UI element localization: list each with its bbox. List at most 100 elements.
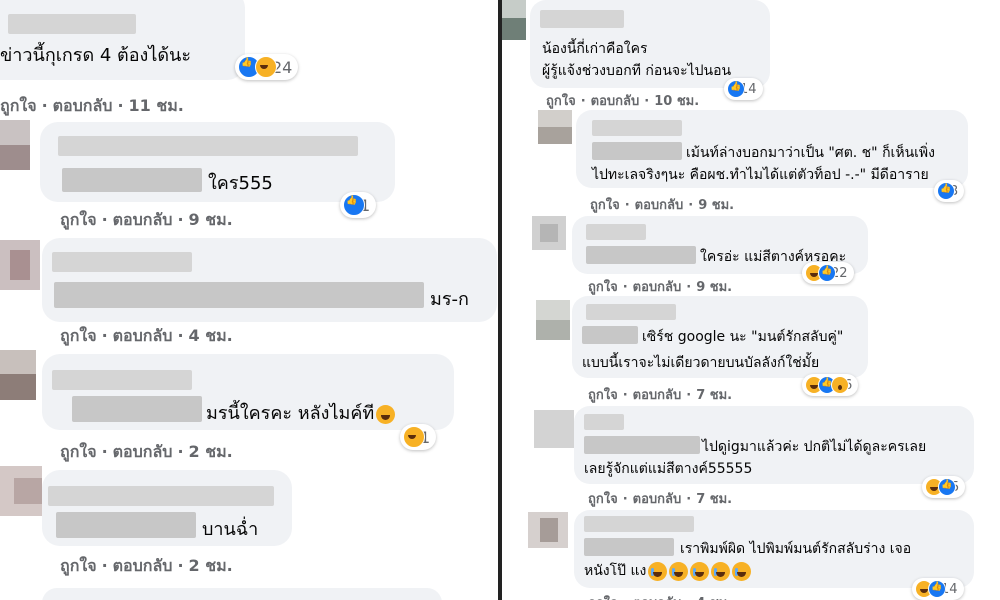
like-link[interactable]: ถูกใจ: [590, 194, 620, 215]
comment-time[interactable]: 10 ชม.: [654, 90, 699, 111]
like-link[interactable]: ถูกใจ: [588, 276, 618, 297]
comment-time[interactable]: 4 ชม.: [696, 592, 732, 600]
avatar[interactable]: [532, 216, 566, 250]
reply-link[interactable]: ตอบกลับ: [113, 554, 173, 579]
reaction-summary[interactable]: 3: [934, 180, 965, 202]
like-link[interactable]: ถูกใจ: [60, 440, 97, 465]
crying-emoji-icon: [669, 561, 689, 581]
reply-link[interactable]: ตอบกลับ: [633, 592, 682, 600]
reaction-summary[interactable]: 14: [724, 78, 763, 100]
comment-time[interactable]: 11 ชม.: [129, 94, 184, 119]
reply-link[interactable]: ตอบกลับ: [633, 276, 682, 297]
blurred-author-name: [540, 10, 624, 28]
comment-bubble: ใคร555: [40, 122, 395, 202]
blurred-author-name: [58, 136, 358, 156]
blurred-author-name: [586, 224, 646, 240]
reaction-summary[interactable]: 24: [235, 54, 299, 80]
blurred-mention: [56, 512, 196, 538]
laughing-emoji-icon: [376, 404, 396, 424]
blurred-author-name: [8, 14, 136, 34]
comment-bubble: เราพิมพ์ผิด ไปพิมพ์มนต์รักสลับร่าง เจอ ห…: [574, 510, 974, 588]
reply-link[interactable]: ตอบกลับ: [633, 384, 682, 405]
comment-text: บานฉ่ำ: [202, 519, 259, 540]
like-link[interactable]: ถูกใจ: [588, 488, 618, 509]
blurred-mention: [54, 282, 424, 308]
comment-time[interactable]: 7 ชม.: [696, 384, 732, 405]
reply-link[interactable]: ตอบกลับ: [635, 194, 684, 215]
avatar[interactable]: [0, 120, 30, 170]
comment-bubble: ไปดูigมาแล้วค่ะ ปกติไม่ได้ดูละครเลย เลยร…: [574, 406, 974, 484]
comment-actions: ถูกใจ · ตอบกลับ · 7 ชม.: [588, 488, 732, 509]
blurred-mention: [584, 538, 674, 556]
comment-actions: ถูกใจ · ตอบกลับ · 10 ชม.: [546, 90, 699, 111]
reaction-summary[interactable]: 1: [400, 424, 437, 450]
avatar[interactable]: [0, 240, 40, 290]
crying-emoji-icon: [648, 561, 668, 581]
comment-time[interactable]: 4 ชม.: [189, 324, 233, 349]
comment-bubble: เม้นท์ล่างบอกมาว่าเป็น "ศต. ช" ก็เห็นเพิ…: [576, 110, 968, 188]
reaction-summary[interactable]: 6: [802, 374, 859, 396]
comment-text: ข่าวนี้กุเกรด 4 ต้องได้นะ: [0, 45, 192, 66]
reaction-summary[interactable]: 5: [922, 476, 966, 498]
comment-actions: ถูกใจ · ตอบกลับ · 9 ชม.: [60, 208, 233, 233]
reply-link[interactable]: ตอบกลับ: [113, 208, 173, 233]
reply-link[interactable]: ตอบกลับ: [113, 324, 173, 349]
comment-bubble: ข่าวนี้กุเกรด 4 ต้องได้นะ: [0, 0, 245, 80]
reaction-summary[interactable]: 14: [912, 578, 964, 600]
blurred-mention: [62, 168, 202, 192]
like-link[interactable]: ถูกใจ: [0, 94, 37, 119]
comment-text-line: น้องนี้กี่เก่าคือใคร: [542, 41, 648, 57]
avatar[interactable]: [0, 466, 42, 516]
reaction-summary[interactable]: 22: [802, 262, 854, 284]
blurred-author-name: [586, 304, 676, 320]
comment-time[interactable]: 2 ชม.: [189, 440, 233, 465]
crying-emoji-icon: [732, 561, 752, 581]
like-link[interactable]: ถูกใจ: [60, 324, 97, 349]
reaction-summary[interactable]: 1: [340, 192, 377, 218]
like-reaction-icon: [818, 264, 836, 282]
comment-actions: ถูกใจ · ตอบกลับ · 2 ชม.: [60, 440, 233, 465]
reply-link[interactable]: ตอบกลับ: [113, 440, 173, 465]
like-reaction-icon: [938, 478, 956, 496]
comment-time[interactable]: 9 ชม.: [189, 208, 233, 233]
comment-text-line: ผู้รู้แจ้งช่วงบอกที ก่อนจะไปนอน: [542, 63, 732, 79]
avatar[interactable]: [528, 512, 568, 548]
comment-actions: ถูกใจ · ตอบกลับ · 2 ชม.: [60, 554, 233, 579]
avatar[interactable]: [502, 0, 526, 40]
like-link[interactable]: ถูกใจ: [588, 592, 618, 600]
comment-actions: ถูกใจ · ตอบกลับ · 9 ชม.: [590, 194, 734, 215]
left-comments-panel: ข่าวนี้กุเกรด 4 ต้องได้นะ 24 ถูกใจ·ตอบกล…: [0, 0, 498, 600]
like-link[interactable]: ถูกใจ: [60, 554, 97, 579]
comment-text-line: ไปดูigมาแล้วค่ะ ปกติไม่ได้ดูละครเลย: [702, 439, 927, 455]
comment-bubble: มร-ก: [42, 238, 497, 322]
like-reaction-icon: [928, 580, 946, 598]
comment-time[interactable]: 7 ชม.: [696, 488, 732, 509]
comment-text-line: เม้นท์ล่างบอกมาว่าเป็น "ศต. ช" ก็เห็นเพิ…: [686, 145, 935, 161]
blurred-mention: [592, 142, 682, 160]
comment-actions: ถูกใจ·ตอบกลับ·4 ชม.: [588, 592, 732, 600]
comment-text-line: หนังโป๊ แง: [584, 560, 752, 582]
blurred-author-name: [584, 516, 694, 532]
like-link[interactable]: ถูกใจ: [588, 384, 618, 405]
blurred-mention: [72, 396, 202, 422]
avatar[interactable]: [534, 410, 574, 448]
reply-link[interactable]: ตอบกลับ: [53, 94, 113, 119]
comment-actions: ถูกใจ · ตอบกลับ · 9 ชม.: [588, 276, 732, 297]
like-reaction-icon: [343, 194, 365, 216]
comment-time[interactable]: 9 ชม.: [696, 276, 732, 297]
like-link[interactable]: ถูกใจ: [546, 90, 576, 111]
like-link[interactable]: ถูกใจ: [60, 208, 97, 233]
blurred-author-name: [584, 414, 624, 430]
reply-link[interactable]: ตอบกลับ: [633, 488, 682, 509]
crying-emoji-icon: [711, 561, 731, 581]
avatar[interactable]: [538, 110, 572, 144]
comment-time[interactable]: 2 ชม.: [189, 554, 233, 579]
reply-link[interactable]: ตอบกลับ: [591, 90, 640, 111]
blurred-author-name: [592, 120, 682, 136]
blurred-author-name: [48, 486, 274, 506]
wow-reaction-icon: [831, 376, 849, 394]
comment-time[interactable]: 9 ชม.: [698, 194, 734, 215]
comment-text: มร-ก: [430, 289, 469, 310]
avatar[interactable]: [0, 350, 36, 400]
avatar[interactable]: [536, 300, 570, 340]
